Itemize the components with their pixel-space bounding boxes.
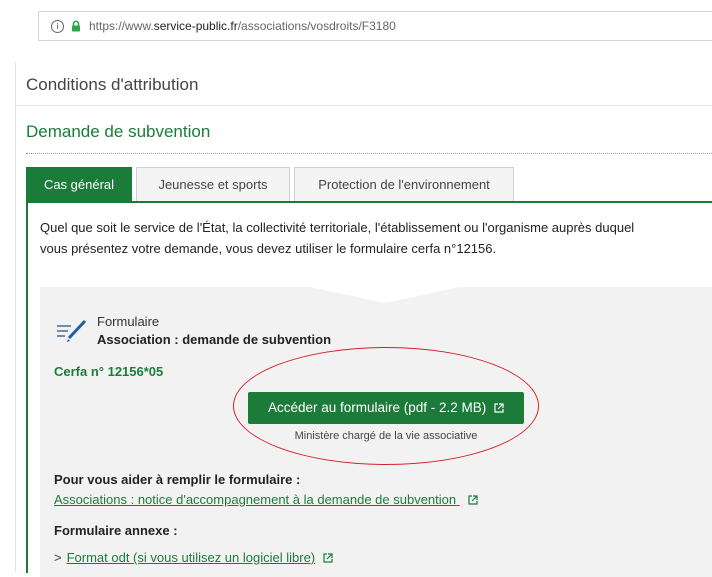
address-bar[interactable]: i https://www.service-public.fr/associat… bbox=[38, 11, 712, 41]
help-notice-link-text: Associations : notice d'accompagnement à… bbox=[54, 492, 457, 507]
external-link-icon bbox=[323, 553, 333, 563]
tab-protection-environnement[interactable]: Protection de l'environnement bbox=[294, 167, 514, 202]
tab-bar: Cas général Jeunesse et sports Protectio… bbox=[26, 167, 712, 202]
external-link-icon bbox=[494, 403, 504, 413]
tab-cas-general[interactable]: Cas général bbox=[26, 167, 132, 202]
tab-jeunesse-sports[interactable]: Jeunesse et sports bbox=[136, 167, 290, 202]
intro-line-1: Quel que soit le service de l'État, la c… bbox=[40, 220, 635, 235]
info-icon[interactable]: i bbox=[51, 19, 64, 33]
form-kind-label: Formulaire bbox=[97, 314, 160, 329]
cerfa-number: Cerfa n° 12156*05 bbox=[54, 364, 164, 379]
lock-icon bbox=[72, 20, 80, 32]
access-form-button-label: Accéder au formulaire (pdf - 2.2 MB) bbox=[267, 400, 487, 415]
ministry-label: Ministère chargé de la vie associative bbox=[294, 430, 478, 442]
section-title-demande: Demande de subvention bbox=[26, 122, 211, 141]
external-link-icon bbox=[468, 495, 478, 505]
url-text[interactable]: https://www.service-public.fr/associatio… bbox=[89, 19, 396, 33]
section-header-conditions[interactable]: Conditions d'attribution bbox=[15, 66, 712, 106]
form-title: Association : demande de subvention bbox=[97, 332, 332, 347]
annex-odt-link-text: Format odt (si vous utilisez un logiciel… bbox=[66, 550, 316, 565]
intro-line-2: vous présentez votre demande, vous devez… bbox=[40, 241, 497, 256]
access-form-button[interactable]: Accéder au formulaire (pdf - 2.2 MB) bbox=[248, 392, 524, 424]
form-pen-icon bbox=[57, 319, 87, 342]
help-title: Pour vous aider à remplir le formulaire … bbox=[54, 472, 301, 487]
annex-title: Formulaire annexe : bbox=[54, 523, 178, 538]
chevron-right-icon: > bbox=[54, 550, 62, 565]
annex-odt-link[interactable]: > Format odt (si vous utilisez un logicie… bbox=[54, 550, 333, 565]
section-header-demande: Demande de subvention bbox=[26, 118, 712, 154]
help-notice-link[interactable]: Associations : notice d'accompagnement à… bbox=[54, 492, 478, 507]
box-notch bbox=[310, 287, 460, 303]
page-left-border bbox=[15, 62, 16, 572]
section-title-conditions: Conditions d'attribution bbox=[26, 75, 199, 94]
intro-text: Quel que soit le service de l'État, la c… bbox=[40, 217, 712, 259]
